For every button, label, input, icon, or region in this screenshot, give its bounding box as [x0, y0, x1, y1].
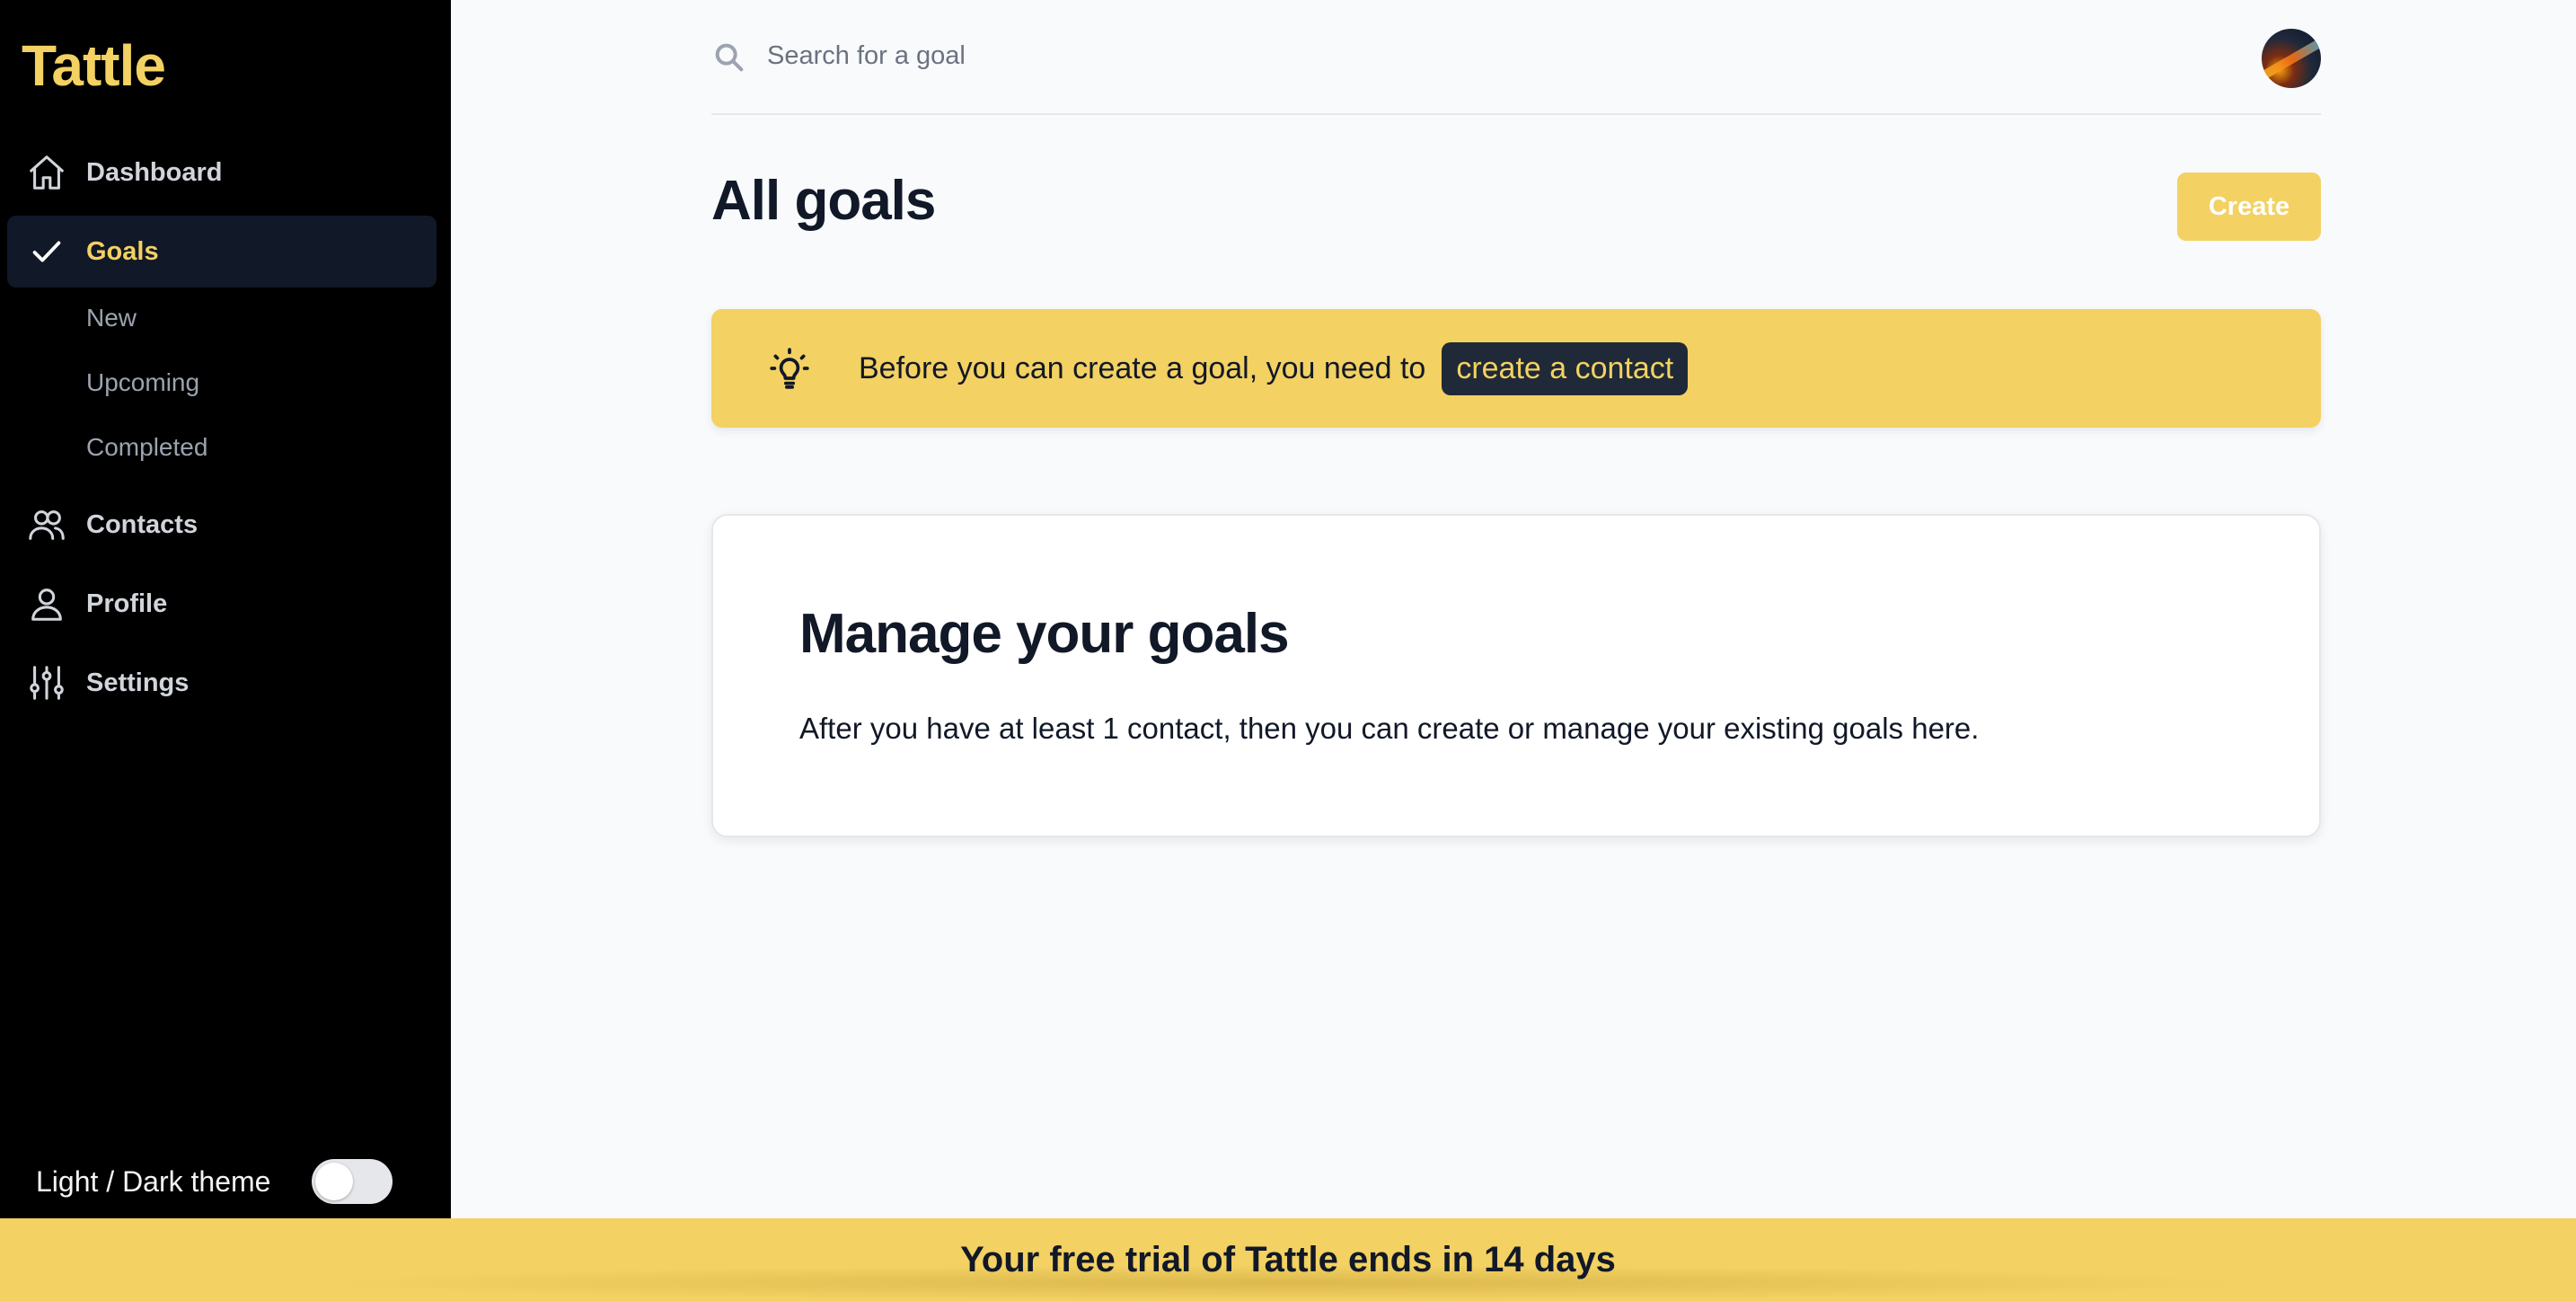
check-icon: [25, 230, 68, 273]
search-bar: [711, 27, 2321, 115]
search-icon: [711, 40, 747, 75]
card-body: After you have at least 1 contact, then …: [799, 712, 1980, 745]
users-icon: [25, 503, 68, 546]
lightbulb-icon: [767, 346, 812, 391]
trial-banner-text: Your free trial of Tattle ends in 14 day…: [960, 1239, 1616, 1279]
app-logo[interactable]: Tattle: [22, 32, 166, 99]
sidebar-subitem-completed[interactable]: Completed: [86, 433, 207, 462]
page-title: All goals: [711, 170, 936, 232]
alert-text: Before you can create a goal, you need t…: [859, 350, 1426, 385]
theme-toggle-label: Light / Dark theme: [36, 1164, 271, 1198]
sidebar-item-label: Goals: [86, 236, 159, 266]
sidebar-item-label: Settings: [86, 668, 190, 697]
sidebar-item-settings[interactable]: Settings: [7, 647, 437, 719]
sliders-icon: [25, 661, 68, 704]
sidebar-subitem-upcoming[interactable]: Upcoming: [86, 368, 199, 397]
sidebar-item-label: Contacts: [86, 509, 198, 539]
search-input[interactable]: [767, 41, 2114, 71]
user-icon: [25, 582, 68, 625]
sidebar-item-dashboard[interactable]: Dashboard: [7, 137, 437, 208]
create-contact-link[interactable]: create a contact: [1442, 341, 1689, 395]
manage-goals-card: Manage your goals After you have at leas…: [711, 514, 2321, 837]
toggle-knob: [315, 1163, 354, 1200]
sidebar-item-label: Dashboard: [86, 157, 223, 187]
trial-banner: Your free trial of Tattle ends in 14 day…: [0, 1218, 2576, 1301]
create-button[interactable]: Create: [2177, 173, 2321, 241]
theme-toggle-switch[interactable]: [312, 1159, 393, 1204]
sidebar-item-profile[interactable]: Profile: [7, 568, 437, 640]
sidebar-item-contacts[interactable]: Contacts: [7, 489, 437, 561]
sidebar-item-label: Profile: [86, 589, 168, 618]
sidebar: Tattle Dashboard Goals New Upcoming Comp…: [0, 0, 451, 1218]
sidebar-item-goals[interactable]: Goals: [7, 216, 437, 288]
card-heading: Manage your goals: [799, 603, 1290, 665]
sidebar-subitem-new[interactable]: New: [86, 304, 137, 332]
avatar[interactable]: [2262, 29, 2321, 88]
theme-toggle-row: Light / Dark theme: [36, 1159, 393, 1204]
contact-required-alert: Before you can create a goal, you need t…: [711, 309, 2321, 428]
home-icon: [25, 151, 68, 194]
